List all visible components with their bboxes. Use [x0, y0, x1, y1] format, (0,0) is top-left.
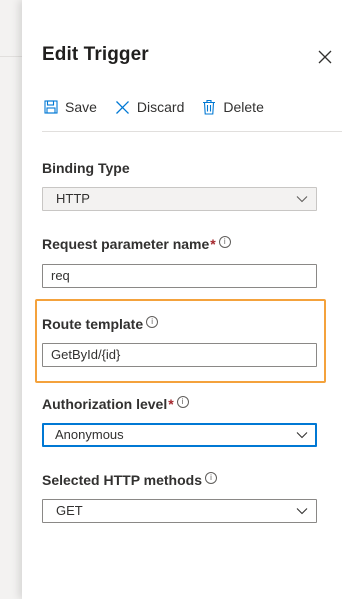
required-indicator: * [210, 236, 216, 252]
chevron-down-icon [296, 508, 308, 515]
panel-title: Edit Trigger [42, 44, 149, 65]
delete-button[interactable]: Delete [202, 99, 264, 115]
binding-type-label: Binding Type [42, 160, 130, 176]
discard-label: Discard [136, 99, 185, 115]
auth-level-value: Anonymous [55, 427, 124, 442]
discard-button[interactable]: Discard [115, 99, 184, 115]
request-param-label-text: Request parameter name [42, 236, 210, 252]
http-methods-label: Selected HTTP methods i [42, 472, 218, 488]
request-param-value: req [51, 268, 70, 283]
background-divider [0, 56, 22, 57]
delete-icon [203, 99, 216, 115]
route-template-value: GetById/{id} [51, 347, 121, 362]
route-template-input[interactable]: GetById/{id} [42, 343, 317, 367]
close-button[interactable] [316, 48, 334, 66]
info-icon[interactable]: i [176, 396, 189, 408]
save-label: Save [65, 99, 97, 115]
toolbar-divider [42, 131, 342, 132]
close-icon [318, 50, 332, 64]
info-icon[interactable]: i [146, 316, 159, 328]
route-template-highlight [35, 299, 326, 383]
info-icon[interactable]: i [218, 236, 231, 248]
binding-type-value: HTTP [56, 191, 90, 206]
binding-type-label-text: Binding Type [42, 160, 130, 176]
discard-icon [115, 100, 129, 114]
route-template-label-text: Route template [42, 316, 144, 332]
auth-level-label: Authorization level * i [42, 396, 189, 412]
delete-label: Delete [223, 99, 264, 115]
route-template-label: Route template i [42, 316, 159, 332]
chevron-down-icon [296, 432, 308, 439]
required-indicator: * [168, 396, 174, 412]
request-param-input[interactable]: req [42, 264, 317, 288]
chevron-down-icon [296, 196, 308, 203]
request-param-label: Request parameter name * i [42, 236, 231, 252]
http-methods-dropdown[interactable]: GET [42, 499, 317, 523]
http-methods-value: GET [56, 503, 83, 518]
info-icon[interactable]: i [205, 472, 218, 484]
http-methods-label-text: Selected HTTP methods [42, 472, 203, 488]
save-button[interactable]: Save [44, 99, 97, 115]
command-bar: Save Discard Delete [44, 96, 282, 118]
auth-level-dropdown[interactable]: Anonymous [42, 423, 317, 447]
binding-type-dropdown[interactable]: HTTP [42, 187, 317, 211]
save-icon [44, 100, 58, 114]
auth-level-label-text: Authorization level [42, 396, 168, 412]
